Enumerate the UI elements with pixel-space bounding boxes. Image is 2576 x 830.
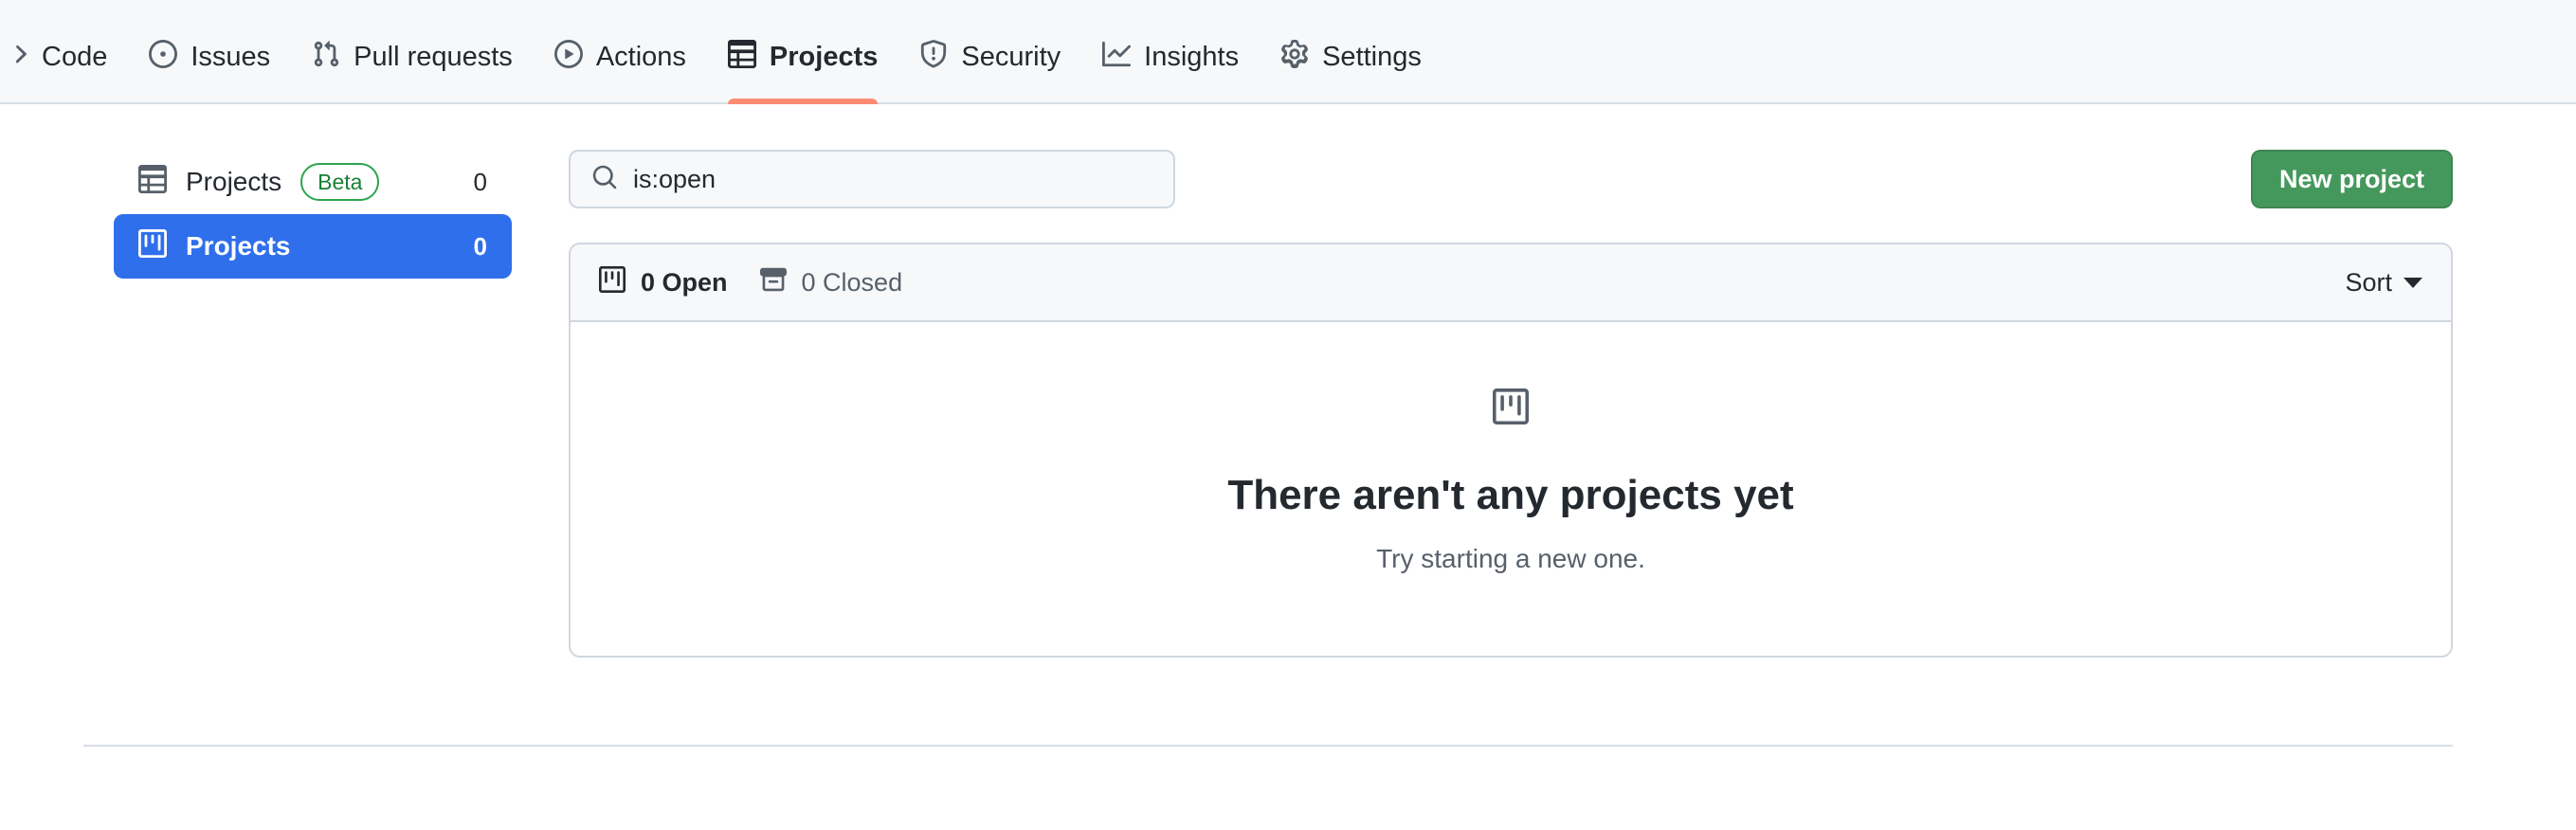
table-icon (138, 164, 167, 200)
shield-icon (919, 40, 948, 74)
active-tab-underline (727, 99, 879, 104)
gear-icon (1280, 40, 1309, 74)
project-icon (599, 265, 626, 299)
chevron-down-icon (2404, 277, 2422, 288)
filter-closed-projects[interactable]: 0 Closed (759, 266, 903, 299)
nav-tab-actions[interactable]: Actions (534, 0, 707, 102)
project-icon (1493, 388, 1529, 429)
nav-tab-label: Projects (769, 41, 879, 72)
beta-badge: Beta (300, 163, 380, 201)
nav-tab-projects[interactable]: Projects (707, 0, 898, 104)
nav-tab-insights[interactable]: Insights (1081, 0, 1260, 102)
new-project-button[interactable]: New project (2250, 150, 2453, 208)
nav-tab-settings[interactable]: Settings (1260, 0, 1442, 102)
table-icon (727, 40, 756, 74)
nav-tab-code[interactable]: Code (0, 0, 128, 102)
nav-tab-label: Pull requests (354, 41, 513, 72)
repo-nav-scroller: Code Issues Pull requests Actions Projec… (0, 0, 1442, 104)
nav-tab-security[interactable]: Security (898, 0, 1081, 102)
projects-toolbar: New project (569, 150, 2453, 208)
nav-tab-pull-requests[interactable]: Pull requests (291, 0, 534, 102)
sidebar-item-count: 0 (473, 167, 487, 196)
blankslate-heading: There aren't any projects yet (1227, 472, 1794, 518)
projects-list-header: 0 Open 0 Closed Sort (571, 244, 2451, 322)
filter-open-projects[interactable]: 0 Open (599, 265, 728, 299)
git-pull-request-icon (312, 40, 340, 74)
projects-list-card: 0 Open 0 Closed Sort There aren't any pr… (569, 243, 2453, 659)
sort-dropdown[interactable]: Sort (2345, 268, 2422, 298)
blankslate-text: Try starting a new one. (1376, 544, 1645, 573)
projects-blankslate: There aren't any projects yet Try starti… (571, 322, 2451, 656)
footer-divider (83, 745, 2453, 748)
repo-nav: Code Issues Pull requests Actions Projec… (0, 0, 2576, 104)
nav-tab-label: Settings (1322, 41, 1422, 72)
filter-closed-label: 0 Closed (801, 267, 903, 297)
page-body: Projects Beta 0 Projects 0 is:open New p… (0, 104, 2576, 659)
graph-icon (1102, 40, 1132, 74)
nav-tab-label: Code (42, 41, 108, 72)
sidebar-item-projects-beta[interactable]: Projects Beta 0 (114, 150, 512, 214)
archive-icon (759, 266, 787, 299)
sidebar-item-label: Projects (186, 231, 291, 261)
issue-opened-icon (149, 40, 178, 74)
sort-label: Sort (2345, 267, 2392, 297)
projects-sidebar: Projects Beta 0 Projects 0 (0, 150, 569, 658)
nav-tab-label: Actions (595, 41, 686, 72)
sidebar-item-projects-classic[interactable]: Projects 0 (114, 214, 512, 279)
search-box[interactable] (569, 150, 1175, 208)
nav-tab-issues[interactable]: Issues (128, 0, 291, 102)
nav-tab-label: Insights (1144, 41, 1240, 72)
project-icon (138, 228, 167, 264)
projects-main: New project 0 Open (569, 150, 2576, 659)
nav-tab-label: Security (961, 41, 1061, 72)
filter-open-label: 0 Open (641, 267, 728, 297)
code-icon (0, 40, 28, 74)
search-icon (591, 164, 618, 195)
nav-tab-label: Issues (190, 41, 271, 72)
search-input[interactable] (633, 164, 1152, 194)
play-icon (553, 40, 583, 74)
sidebar-item-count: 0 (473, 231, 487, 261)
sidebar-item-label: Projects (186, 167, 282, 196)
